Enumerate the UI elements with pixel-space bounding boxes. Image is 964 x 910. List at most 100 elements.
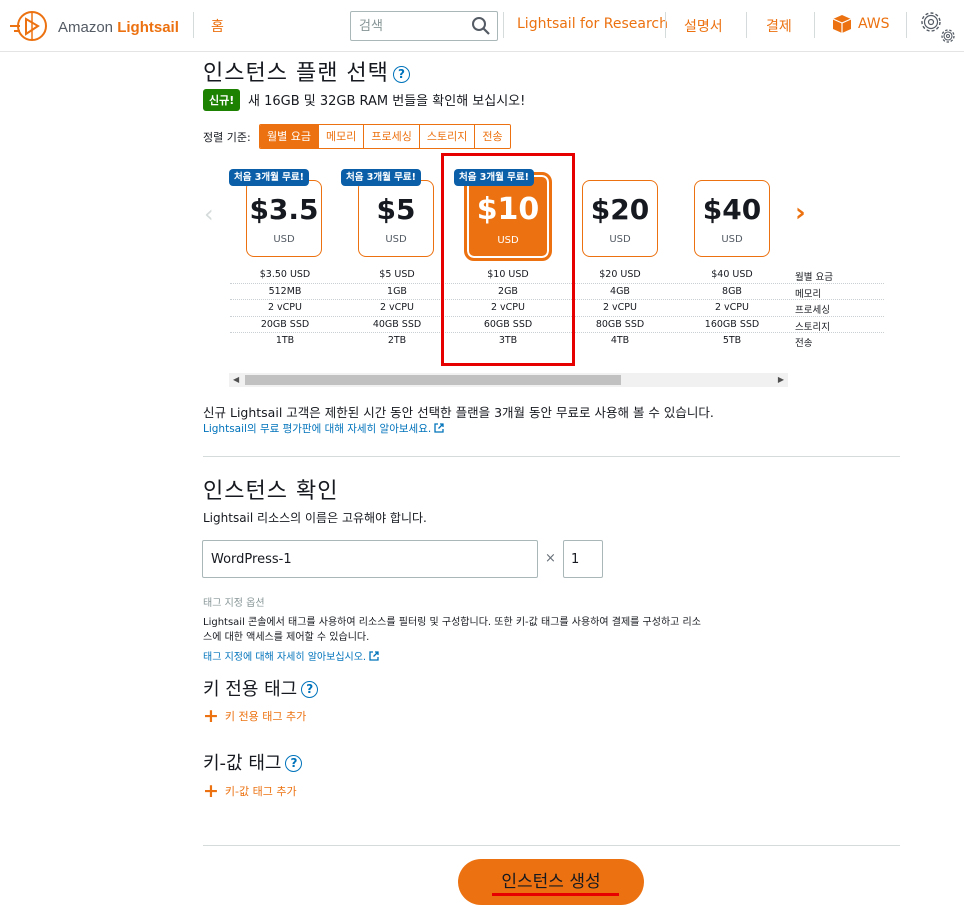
spec-row-label: 전송: [795, 338, 813, 349]
nav-separator: [193, 12, 194, 38]
aws-cube-icon: [832, 15, 852, 33]
brand-name: Amazon Lightsail: [58, 18, 179, 36]
tagging-description: Lightsail 콘솔에서 태그를 사용하여 리소스를 필터링 및 구성합니다…: [203, 617, 701, 643]
top-navigation: Amazon Lightsail 홈 Lightsail for Researc…: [0, 0, 964, 52]
spec-cell: $3.50 USD: [259, 269, 311, 280]
search-icon[interactable]: [471, 16, 491, 36]
spec-cell: 1GB: [387, 285, 407, 297]
section-divider: [203, 456, 900, 457]
confirm-section-title: 인스턴스 확인: [203, 479, 339, 504]
key-only-tags-title: 키 전용 태그?: [203, 675, 319, 701]
spec-cell: 80GB SSD: [595, 318, 645, 330]
plan-price: $3.5: [249, 193, 319, 226]
spec-cell: 2 vCPU: [267, 302, 302, 313]
search-input[interactable]: [351, 12, 461, 40]
plan-currency: USD: [273, 234, 295, 245]
plus-icon: +: [203, 705, 219, 727]
spec-cell: 160GB SSD: [704, 318, 760, 330]
plan-card-5[interactable]: $5 USD: [358, 180, 434, 257]
multiply-sign: ×: [545, 551, 556, 566]
sort-storage[interactable]: 스토리지: [419, 125, 476, 148]
external-link-icon: [369, 651, 379, 661]
spec-cell: 512MB: [268, 285, 302, 297]
instance-name-input[interactable]: [202, 540, 538, 578]
lightsail-logo[interactable]: Amazon Lightsail: [8, 7, 179, 47]
sort-processing[interactable]: 프로세싱: [364, 125, 420, 148]
key-only-tags-title-text: 키 전용 태그: [203, 679, 298, 700]
nav-separator: [746, 12, 747, 38]
new-badge: 신규!: [203, 89, 241, 111]
spec-cell: 1TB: [275, 335, 295, 346]
lightsail-logo-icon: [10, 11, 47, 41]
spec-row-label: 프로세싱: [795, 305, 830, 316]
plan-card-3-5[interactable]: $3.5 USD: [246, 180, 322, 257]
nav-research-link[interactable]: Lightsail for Research: [517, 16, 668, 32]
spec-cell: 8GB: [722, 285, 742, 297]
help-icon[interactable]: ?: [285, 754, 303, 772]
tagging-learn-more-link[interactable]: 태그 지정에 대해 자세히 알아보십시오.: [203, 648, 379, 663]
scrollbar-left-arrow-icon[interactable]: ◀: [233, 375, 239, 384]
nav-separator: [906, 12, 907, 38]
plans-horizontal-scrollbar[interactable]: ◀ ▶: [229, 373, 788, 387]
spec-row-label: 월별 요금: [795, 272, 833, 283]
create-button-annotation-underline: [492, 893, 619, 896]
free-trial-link[interactable]: Lightsail의 무료 평가판에 대해 자세히 알아보세요.: [203, 421, 444, 436]
scroll-right-arrow-icon[interactable]: ›: [795, 198, 806, 228]
spec-cell: 20GB SSD: [260, 318, 310, 330]
spec-cell: 2 vCPU: [714, 302, 749, 313]
spec-cell: $5 USD: [379, 269, 415, 280]
add-key-value-tag-button[interactable]: + 키-값 태그 추가: [203, 780, 297, 802]
nav-docs-link[interactable]: 설명서: [684, 16, 723, 36]
spec-row-label: 메모리: [795, 288, 822, 300]
plan-card-20[interactable]: $20 USD: [582, 180, 658, 257]
plan-currency: USD: [385, 234, 407, 245]
spec-cell: 4GB: [610, 285, 630, 297]
free-trial-link-text: Lightsail의 무료 평가판에 대해 자세히 알아보세요.: [203, 423, 432, 435]
sort-memory[interactable]: 메모리: [318, 125, 365, 148]
nav-aws-link[interactable]: AWS: [832, 14, 890, 34]
tagging-link-text: 태그 지정에 대해 자세히 알아보십시오.: [203, 652, 367, 663]
spec-row-label: 스토리지: [795, 321, 830, 333]
nav-billing-link[interactable]: 결제: [766, 16, 792, 36]
plan-price: $40: [702, 193, 762, 226]
nav-separator: [503, 12, 504, 38]
nav-separator: [814, 12, 815, 38]
scrollbar-right-arrow-icon[interactable]: ▶: [778, 375, 784, 384]
help-icon[interactable]: ?: [392, 65, 410, 83]
nav-home-link[interactable]: 홈: [211, 16, 224, 36]
spec-cell: $40 USD: [711, 269, 753, 280]
search-box[interactable]: [350, 11, 498, 41]
scrollbar-thumb[interactable]: [245, 375, 621, 385]
add-key-only-tag-label: 키 전용 태그 추가: [224, 710, 307, 723]
spec-cell: 2 vCPU: [379, 302, 414, 313]
plan-title-text: 인스턴스 플랜 선택: [203, 61, 389, 86]
selected-plan-highlight-box: [441, 153, 575, 366]
section-divider: [203, 845, 900, 846]
external-link-icon: [434, 423, 444, 433]
help-icon[interactable]: ?: [301, 680, 319, 698]
settings-gear-icon[interactable]: [916, 6, 958, 46]
new-bundles-text: 새 16GB 및 32GB RAM 번들을 확인해 보십시오!: [248, 94, 526, 109]
plan-currency: USD: [609, 234, 631, 245]
spec-cell: 2 vCPU: [602, 302, 637, 313]
plan-price: $20: [590, 193, 650, 226]
create-instance-button[interactable]: 인스턴스 생성: [458, 859, 644, 905]
spec-cell: 4TB: [610, 335, 630, 346]
nav-separator: [665, 12, 666, 38]
scroll-left-arrow-icon[interactable]: ‹: [204, 200, 214, 228]
spec-cell: 5TB: [722, 335, 742, 346]
free-trial-badge: 처음 3개월 무료!: [229, 169, 309, 186]
spec-cell: 2TB: [387, 335, 407, 346]
key-value-tags-title: 키-값 태그?: [203, 749, 303, 775]
plan-card-40[interactable]: $40 USD: [694, 180, 770, 257]
instance-count-input[interactable]: [563, 540, 603, 578]
sort-monthly-price[interactable]: 월별 요금: [260, 125, 319, 148]
key-value-tags-title-text: 키-값 태그: [203, 753, 282, 774]
sort-transfer[interactable]: 전송: [475, 125, 510, 148]
add-key-only-tag-button[interactable]: + 키 전용 태그 추가: [203, 705, 307, 727]
sort-label: 정렬 기준:: [203, 131, 251, 144]
spec-cell: $20 USD: [599, 269, 641, 280]
plus-icon: +: [203, 780, 219, 802]
plan-section-title: 인스턴스 플랜 선택?: [203, 55, 410, 87]
plan-currency: USD: [721, 234, 743, 245]
